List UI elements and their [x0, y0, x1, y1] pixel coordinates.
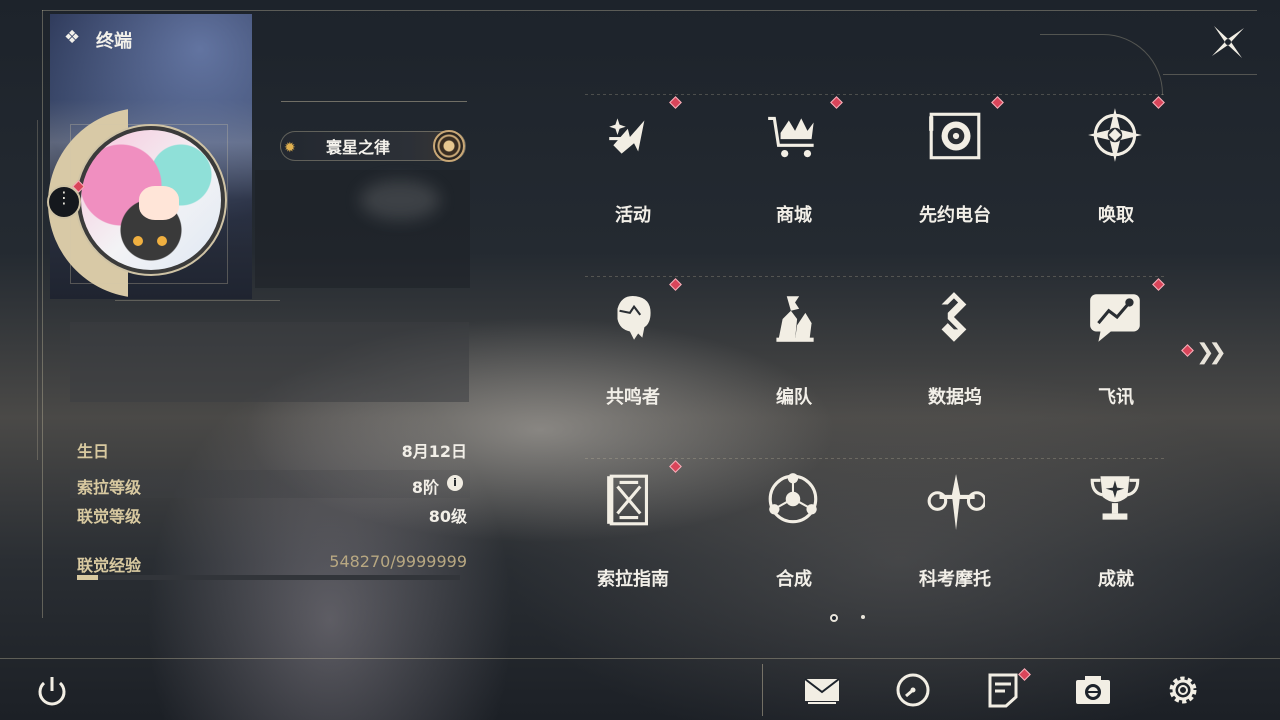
notification-badge [991, 96, 1004, 109]
camera-icon [1076, 676, 1110, 704]
sola-level-value: 8阶 [411, 478, 439, 497]
menu-item-label: 索拉指南 [597, 569, 669, 590]
data-dock-icon [925, 288, 985, 348]
exp-progress-fill [77, 575, 98, 580]
menu-item-motorcycle[interactable]: 科考摩托 [875, 442, 1035, 602]
terminal-icon: ❖ [64, 27, 81, 48]
profile-card-area [70, 322, 469, 402]
menu-item-label: 数据坞 [928, 387, 982, 408]
history-button[interactable] [893, 670, 933, 710]
info-icon[interactable]: i [447, 475, 463, 491]
union-level-label: 联觉等级 [77, 507, 142, 526]
bottom-divider [762, 664, 763, 716]
sola-level-label: 索拉等级 [77, 478, 142, 497]
shop-cart-icon [764, 106, 824, 166]
menu-item-compass-star[interactable]: 唤取 [1036, 78, 1196, 238]
notification-badge [1152, 96, 1165, 109]
menu-item-activity[interactable]: 活动 [553, 78, 713, 238]
signature-area [255, 170, 470, 288]
grid-guide-line [585, 458, 1165, 459]
radio-icon [925, 106, 985, 166]
motorcycle-icon [925, 470, 987, 530]
union-level-value: 80级 [428, 507, 467, 526]
notes-icon [988, 673, 1018, 708]
page-dot-active[interactable] [830, 614, 838, 622]
grid-guide-line [585, 276, 1165, 277]
menu-item-label: 成就 [1098, 569, 1134, 590]
exp-progress-track [77, 575, 460, 580]
player-name: 寰星之律 [326, 138, 391, 157]
notification-badge [669, 96, 682, 109]
menu-item-label: 飞讯 [1098, 387, 1134, 408]
frame-left-line [42, 10, 43, 618]
avatar-cat-eye [133, 236, 143, 246]
notification-badge [669, 460, 682, 473]
avatar-face [139, 186, 179, 220]
avatar[interactable] [81, 130, 221, 270]
menu-item-radio[interactable]: 先约电台 [875, 78, 1035, 238]
grid-guide-line [585, 94, 1165, 95]
menu-item-trophy[interactable]: 成就 [1036, 442, 1196, 602]
divider [281, 101, 467, 102]
menu-item-guide-book[interactable]: 索拉指南 [553, 442, 713, 602]
trophy-icon [1086, 470, 1146, 530]
frame-top-line [42, 10, 1257, 11]
menu-item-message-bubble[interactable]: 飞讯 [1036, 260, 1196, 420]
notification-badge [669, 278, 682, 291]
settings-gear-icon [1169, 676, 1197, 704]
synthesis-icon [764, 470, 824, 530]
birthday-label: 生日 [77, 442, 110, 461]
menu-item-label: 商城 [776, 205, 812, 226]
activity-icon [603, 106, 663, 166]
page-dot[interactable] [861, 615, 865, 619]
union-exp-label: 联觉经验 [77, 556, 142, 575]
frame-bottom-line [0, 658, 1280, 659]
signature-glow [360, 180, 440, 220]
union-exp-value: 548270/9999999 [329, 552, 467, 571]
menu-item-resonator-head[interactable]: 共鸣者 [553, 260, 713, 420]
guide-book-icon [603, 470, 663, 530]
close-button[interactable] [1208, 22, 1248, 62]
message-bubble-icon [1086, 288, 1146, 348]
compass-star-icon [1086, 106, 1146, 166]
frame-left-inner-line [37, 120, 38, 460]
chess-team-icon [764, 288, 824, 348]
menu-item-data-dock[interactable]: 数据坞 [875, 260, 1035, 420]
menu-item-synthesis[interactable]: 合成 [714, 442, 874, 602]
frame-right-line [1163, 74, 1257, 75]
clock-icon [896, 673, 930, 707]
next-page-button[interactable]: ❯❯ [1196, 340, 1227, 365]
double-chevron-right-icon: ❯❯ [1196, 340, 1227, 365]
profile-more-button[interactable]: ⋮ [47, 185, 81, 219]
sun-icon: ✹ [284, 140, 296, 156]
menu-item-label: 先约电台 [919, 205, 991, 226]
photo-button[interactable] [1073, 670, 1113, 710]
mail-icon [804, 678, 840, 704]
menu-item-label: 共鸣者 [606, 387, 660, 408]
menu-item-label: 科考摩托 [919, 569, 991, 590]
page-title: 终端 [96, 31, 132, 52]
resonator-head-icon [603, 288, 663, 348]
birthday-value: 8月12日 [401, 442, 467, 461]
menu-item-shop-cart[interactable]: 商城 [714, 78, 874, 238]
menu-item-label: 唤取 [1098, 205, 1134, 226]
menu-item-label: 活动 [615, 205, 651, 226]
notes-button[interactable] [983, 670, 1023, 710]
divider [115, 300, 280, 301]
settings-button[interactable] [1163, 670, 1203, 710]
menu-item-label: 合成 [776, 569, 812, 590]
notification-badge [830, 96, 843, 109]
menu-item-chess-team[interactable]: 编队 [714, 260, 874, 420]
more-dots-icon: ⋮ [56, 188, 72, 207]
notification-badge [1152, 278, 1165, 291]
power-icon [38, 677, 66, 706]
avatar-cat-eye [157, 236, 167, 246]
close-icon [1212, 26, 1244, 58]
power-button[interactable] [32, 671, 72, 711]
menu-item-label: 编队 [776, 387, 812, 408]
mail-button[interactable] [802, 670, 842, 710]
name-badge-icon [433, 130, 465, 162]
